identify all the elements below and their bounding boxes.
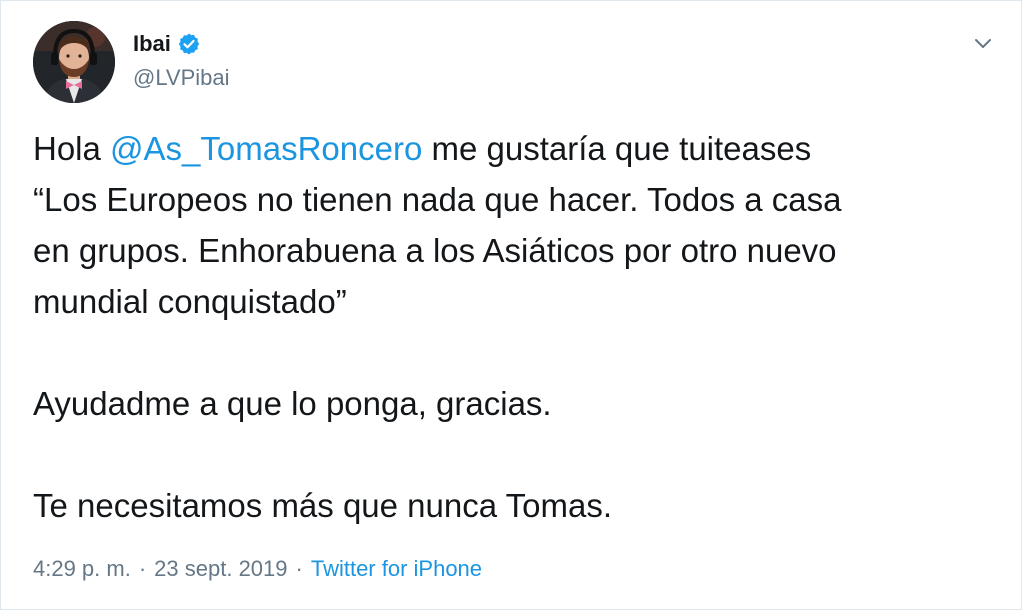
tweet-line: “Los Europeos no tienen nada que hacer. … (33, 181, 842, 218)
tweet-source-link[interactable]: Twitter for iPhone (311, 556, 482, 582)
author-name-row: Ibai (133, 29, 201, 59)
avatar-image (33, 21, 115, 103)
chevron-down-icon[interactable] (971, 31, 995, 55)
tweet-line: en grupos. Enhorabuena a los Asiáticos p… (33, 232, 837, 269)
tweet-card: Ibai @LVPibai Hola @As_TomasRoncero me g… (0, 0, 1022, 610)
avatar[interactable] (33, 21, 115, 103)
author-display-name[interactable]: Ibai (133, 31, 171, 57)
tweet-paragraph: Ayudadme a que lo ponga, gracias. (33, 385, 552, 422)
tweet-date[interactable]: 23 sept. 2019 (154, 556, 287, 582)
tweet-text-segment: Hola (33, 130, 111, 167)
tweet-time[interactable]: 4:29 p. m. (33, 556, 131, 582)
tweet-text-segment: me gustaría que tuiteases (422, 130, 812, 167)
mention-link[interactable]: @As_TomasRoncero (110, 130, 422, 167)
verified-badge-icon (177, 32, 201, 56)
meta-separator: · (138, 556, 147, 581)
author-handle[interactable]: @LVPibai (133, 65, 230, 91)
tweet-paragraph: Te necesitamos más que nunca Tomas. (33, 487, 613, 524)
tweet-line: mundial conquistado” (33, 283, 347, 320)
tweet-text: Hola @As_TomasRoncero me gustaría que tu… (33, 123, 993, 531)
tweet-meta: 4:29 p. m. · 23 sept. 2019 · Twitter for… (33, 556, 482, 582)
meta-separator: · (295, 556, 303, 581)
tweet-line: Hola @As_TomasRoncero me gustaría que tu… (33, 123, 993, 174)
